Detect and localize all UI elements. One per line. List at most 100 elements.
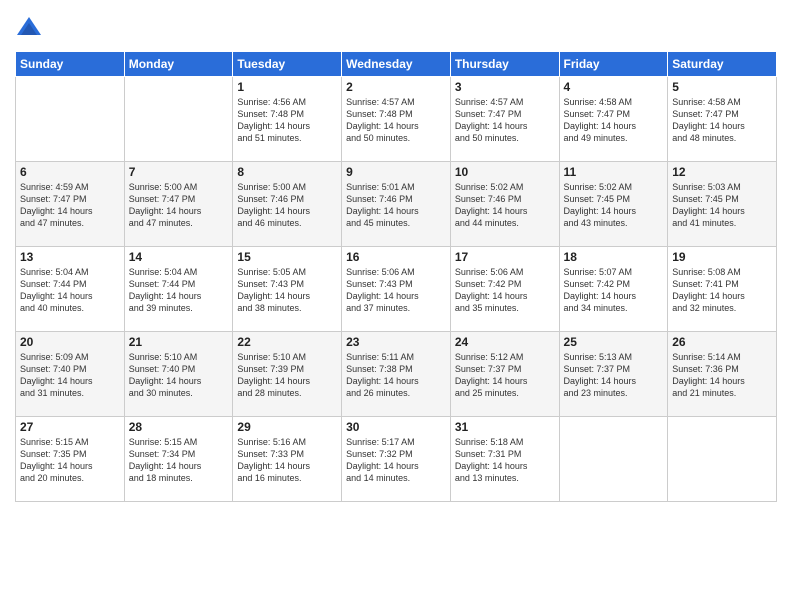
day-info: Sunrise: 5:06 AM Sunset: 7:42 PM Dayligh…	[455, 266, 555, 315]
day-info: Sunrise: 5:03 AM Sunset: 7:45 PM Dayligh…	[672, 181, 772, 230]
day-number: 10	[455, 165, 555, 179]
calendar-cell: 4Sunrise: 4:58 AM Sunset: 7:47 PM Daylig…	[559, 77, 668, 162]
day-info: Sunrise: 4:57 AM Sunset: 7:47 PM Dayligh…	[455, 96, 555, 145]
calendar-cell: 9Sunrise: 5:01 AM Sunset: 7:46 PM Daylig…	[342, 162, 451, 247]
day-number: 23	[346, 335, 446, 349]
day-info: Sunrise: 5:10 AM Sunset: 7:40 PM Dayligh…	[129, 351, 229, 400]
day-info: Sunrise: 5:00 AM Sunset: 7:46 PM Dayligh…	[237, 181, 337, 230]
day-info: Sunrise: 5:15 AM Sunset: 7:35 PM Dayligh…	[20, 436, 120, 485]
calendar-table: SundayMondayTuesdayWednesdayThursdayFrid…	[15, 51, 777, 502]
calendar-cell: 15 Sunrise: 5:05 AM Sunset: 7:43 PM Dayli…	[233, 247, 342, 332]
calendar-cell	[16, 77, 125, 162]
day-number: 17	[455, 250, 555, 264]
day-number: 30	[346, 420, 446, 434]
calendar-cell: 25Sunrise: 5:13 AM Sunset: 7:37 PM Dayli…	[559, 332, 668, 417]
calendar-cell: 19 Sunrise: 5:08 AM Sunset: 7:41 PM Dayli…	[668, 247, 777, 332]
day-info: Sunrise: 5:08 AM Sunset: 7:41 PM Dayligh…	[672, 266, 772, 315]
day-info: Sunrise: 4:56 AM Sunset: 7:48 PM Dayligh…	[237, 96, 337, 145]
day-number: 24	[455, 335, 555, 349]
calendar-cell: 17 Sunrise: 5:06 AM Sunset: 7:42 PM Dayli…	[450, 247, 559, 332]
day-number: 2	[346, 80, 446, 94]
day-info: Sunrise: 5:06 AM Sunset: 7:43 PM Dayligh…	[346, 266, 446, 315]
logo	[15, 15, 47, 43]
day-number: 26	[672, 335, 772, 349]
week-row: 6Sunrise: 4:59 AM Sunset: 7:47 PM Daylig…	[16, 162, 777, 247]
day-info: Sunrise: 5:04 AM Sunset: 7:44 PM Dayligh…	[20, 266, 120, 315]
day-number: 5	[672, 80, 772, 94]
day-number: 6	[20, 165, 120, 179]
day-info: Sunrise: 5:00 AM Sunset: 7:47 PM Dayligh…	[129, 181, 229, 230]
calendar-cell: 22Sunrise: 5:10 AM Sunset: 7:39 PM Dayli…	[233, 332, 342, 417]
calendar-cell: 12 Sunrise: 5:03 AM Sunset: 7:45 PM Dayli…	[668, 162, 777, 247]
calendar-cell: 7 Sunrise: 5:00 AM Sunset: 7:47 PM Daylig…	[124, 162, 233, 247]
day-number: 4	[564, 80, 664, 94]
day-info: Sunrise: 5:01 AM Sunset: 7:46 PM Dayligh…	[346, 181, 446, 230]
day-info: Sunrise: 5:05 AM Sunset: 7:43 PM Dayligh…	[237, 266, 337, 315]
calendar-cell: 13 Sunrise: 5:04 AM Sunset: 7:44 PM Dayli…	[16, 247, 125, 332]
calendar-cell: 20 Sunrise: 5:09 AM Sunset: 7:40 PM Dayli…	[16, 332, 125, 417]
week-row: 27 Sunrise: 5:15 AM Sunset: 7:35 PM Dayli…	[16, 417, 777, 502]
calendar-cell: 8 Sunrise: 5:00 AM Sunset: 7:46 PM Daylig…	[233, 162, 342, 247]
calendar-cell: 30 Sunrise: 5:17 AM Sunset: 7:32 PM Dayli…	[342, 417, 451, 502]
day-number: 31	[455, 420, 555, 434]
day-header-thursday: Thursday	[450, 52, 559, 77]
day-info: Sunrise: 5:02 AM Sunset: 7:45 PM Dayligh…	[564, 181, 664, 230]
calendar-cell: 16Sunrise: 5:06 AM Sunset: 7:43 PM Dayli…	[342, 247, 451, 332]
day-info: Sunrise: 5:16 AM Sunset: 7:33 PM Dayligh…	[237, 436, 337, 485]
day-info: Sunrise: 4:58 AM Sunset: 7:47 PM Dayligh…	[672, 96, 772, 145]
calendar-cell: 1 Sunrise: 4:56 AM Sunset: 7:48 PM Daylig…	[233, 77, 342, 162]
calendar-cell	[559, 417, 668, 502]
day-number: 15	[237, 250, 337, 264]
day-info: Sunrise: 5:11 AM Sunset: 7:38 PM Dayligh…	[346, 351, 446, 400]
calendar-cell: 26 Sunrise: 5:14 AM Sunset: 7:36 PM Dayli…	[668, 332, 777, 417]
calendar-cell	[668, 417, 777, 502]
day-header-sunday: Sunday	[16, 52, 125, 77]
calendar-cell: 5 Sunrise: 4:58 AM Sunset: 7:47 PM Daylig…	[668, 77, 777, 162]
day-number: 21	[129, 335, 229, 349]
day-info: Sunrise: 5:18 AM Sunset: 7:31 PM Dayligh…	[455, 436, 555, 485]
day-info: Sunrise: 5:09 AM Sunset: 7:40 PM Dayligh…	[20, 351, 120, 400]
day-info: Sunrise: 5:15 AM Sunset: 7:34 PM Dayligh…	[129, 436, 229, 485]
calendar-cell: 29 Sunrise: 5:16 AM Sunset: 7:33 PM Dayli…	[233, 417, 342, 502]
day-info: Sunrise: 4:57 AM Sunset: 7:48 PM Dayligh…	[346, 96, 446, 145]
day-number: 3	[455, 80, 555, 94]
calendar-cell: 27 Sunrise: 5:15 AM Sunset: 7:35 PM Dayli…	[16, 417, 125, 502]
day-info: Sunrise: 5:14 AM Sunset: 7:36 PM Dayligh…	[672, 351, 772, 400]
calendar-cell: 28Sunrise: 5:15 AM Sunset: 7:34 PM Dayli…	[124, 417, 233, 502]
calendar-cell: 3 Sunrise: 4:57 AM Sunset: 7:47 PM Daylig…	[450, 77, 559, 162]
calendar-cell: 24Sunrise: 5:12 AM Sunset: 7:37 PM Dayli…	[450, 332, 559, 417]
day-number: 19	[672, 250, 772, 264]
week-row: 13 Sunrise: 5:04 AM Sunset: 7:44 PM Dayli…	[16, 247, 777, 332]
day-info: Sunrise: 5:04 AM Sunset: 7:44 PM Dayligh…	[129, 266, 229, 315]
day-number: 8	[237, 165, 337, 179]
week-row: 1 Sunrise: 4:56 AM Sunset: 7:48 PM Daylig…	[16, 77, 777, 162]
day-number: 20	[20, 335, 120, 349]
calendar-cell	[124, 77, 233, 162]
day-number: 11	[564, 165, 664, 179]
calendar-cell: 10 Sunrise: 5:02 AM Sunset: 7:46 PM Dayli…	[450, 162, 559, 247]
day-info: Sunrise: 5:07 AM Sunset: 7:42 PM Dayligh…	[564, 266, 664, 315]
day-header-tuesday: Tuesday	[233, 52, 342, 77]
day-number: 1	[237, 80, 337, 94]
day-number: 12	[672, 165, 772, 179]
calendar-cell: 31 Sunrise: 5:18 AM Sunset: 7:31 PM Dayli…	[450, 417, 559, 502]
day-info: Sunrise: 5:13 AM Sunset: 7:37 PM Dayligh…	[564, 351, 664, 400]
day-number: 27	[20, 420, 120, 434]
day-number: 18	[564, 250, 664, 264]
day-header-wednesday: Wednesday	[342, 52, 451, 77]
day-info: Sunrise: 5:10 AM Sunset: 7:39 PM Dayligh…	[237, 351, 337, 400]
week-row: 20 Sunrise: 5:09 AM Sunset: 7:40 PM Dayli…	[16, 332, 777, 417]
day-number: 7	[129, 165, 229, 179]
day-number: 13	[20, 250, 120, 264]
calendar-cell: 2 Sunrise: 4:57 AM Sunset: 7:48 PM Daylig…	[342, 77, 451, 162]
header-row: SundayMondayTuesdayWednesdayThursdayFrid…	[16, 52, 777, 77]
day-header-friday: Friday	[559, 52, 668, 77]
logo-icon	[15, 15, 43, 43]
day-info: Sunrise: 5:17 AM Sunset: 7:32 PM Dayligh…	[346, 436, 446, 485]
page-container: SundayMondayTuesdayWednesdayThursdayFrid…	[0, 0, 792, 517]
calendar-cell: 21 Sunrise: 5:10 AM Sunset: 7:40 PM Dayli…	[124, 332, 233, 417]
day-number: 14	[129, 250, 229, 264]
day-header-monday: Monday	[124, 52, 233, 77]
day-number: 29	[237, 420, 337, 434]
day-info: Sunrise: 5:02 AM Sunset: 7:46 PM Dayligh…	[455, 181, 555, 230]
